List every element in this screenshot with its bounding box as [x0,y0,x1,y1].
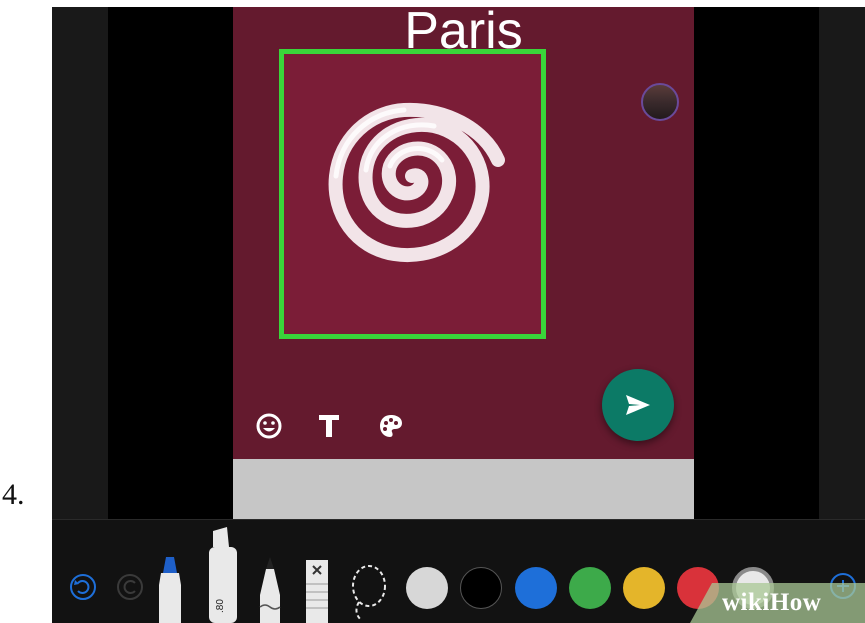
step-number: 4. [2,478,25,511]
color-swatch-green[interactable] [569,567,611,609]
right-panel [819,7,865,519]
pen-tool[interactable] [153,555,187,623]
send-button[interactable] [602,369,674,441]
caption-bar[interactable] [233,459,694,519]
marker-tool[interactable]: .80 [203,527,241,623]
color-swatch-blue[interactable] [515,567,557,609]
wikihow-watermark: wikiHow [690,583,865,623]
lasso-tool[interactable] [347,562,391,623]
status-card: Paris [233,7,694,459]
undo-icon[interactable] [68,572,98,607]
thumbnail-avatar[interactable] [641,83,679,121]
color-swatch-black[interactable] [460,567,502,609]
spiral-drawing [328,102,505,262]
palette-icon[interactable] [376,411,406,441]
phone-screen: Paris .80 [52,7,865,623]
send-arrow-icon [626,395,650,415]
smiley-icon[interactable] [254,411,284,441]
left-panel [52,7,108,519]
text-tool-icon[interactable] [314,411,344,441]
marker-size-label: .80 [215,599,226,613]
pencil-tool[interactable] [256,555,284,623]
color-swatch-light-gray[interactable] [406,567,448,609]
eraser-tool[interactable] [304,560,330,623]
redo-icon[interactable] [115,572,145,607]
color-swatch-yellow[interactable] [623,567,665,609]
watermark-text: wikiHow [722,589,822,616]
highlighted-drawing-area[interactable] [279,49,546,339]
